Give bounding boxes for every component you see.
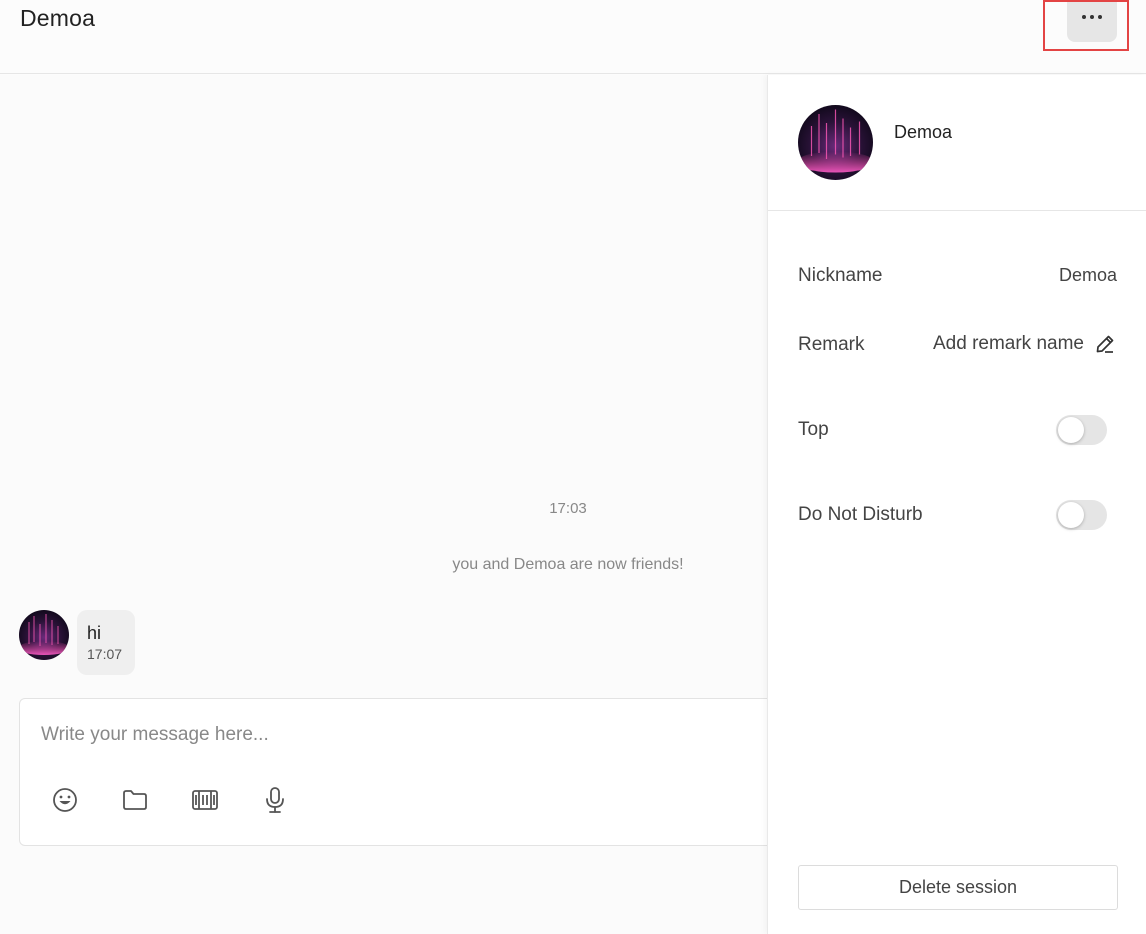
remark-label: Remark	[798, 334, 865, 355]
microphone-icon[interactable]	[260, 785, 290, 815]
profile-header: Demoa	[798, 105, 952, 180]
nickname-value: Demoa	[1058, 265, 1117, 285]
chat-title: Demoa	[20, 5, 96, 31]
dnd-label: Do Not Disturb	[798, 504, 923, 525]
message-time: 17:07	[87, 646, 123, 662]
message-input[interactable]	[41, 721, 741, 749]
screenshot-icon[interactable]	[190, 785, 220, 815]
delete-session-button[interactable]: Delete session	[798, 865, 1118, 910]
chat-header: Demoa	[0, 0, 1146, 74]
edit-icon	[1096, 335, 1114, 353]
top-label: Top	[798, 419, 829, 440]
message-text: hi	[87, 623, 102, 643]
message-composer	[19, 698, 779, 846]
dnd-toggle[interactable]	[1056, 500, 1107, 530]
divider	[768, 210, 1146, 211]
avatar[interactable]	[798, 105, 873, 180]
remark-value: Add remark name	[932, 333, 1084, 354]
emoji-icon[interactable]	[50, 785, 80, 815]
avatar[interactable]	[19, 610, 69, 660]
message-row: hi 17:07	[19, 610, 135, 675]
profile-name: Demoa	[894, 122, 953, 142]
remark-edit-button[interactable]: Add remark name	[933, 333, 1116, 355]
top-toggle[interactable]	[1056, 415, 1107, 445]
folder-icon[interactable]	[120, 785, 150, 815]
highlight-box	[1043, 0, 1129, 51]
contact-info-panel: Demoa Nickname Demoa Remark Add remark n…	[767, 75, 1146, 934]
message-bubble[interactable]: hi 17:07	[77, 610, 135, 675]
nickname-label: Nickname	[798, 265, 883, 286]
